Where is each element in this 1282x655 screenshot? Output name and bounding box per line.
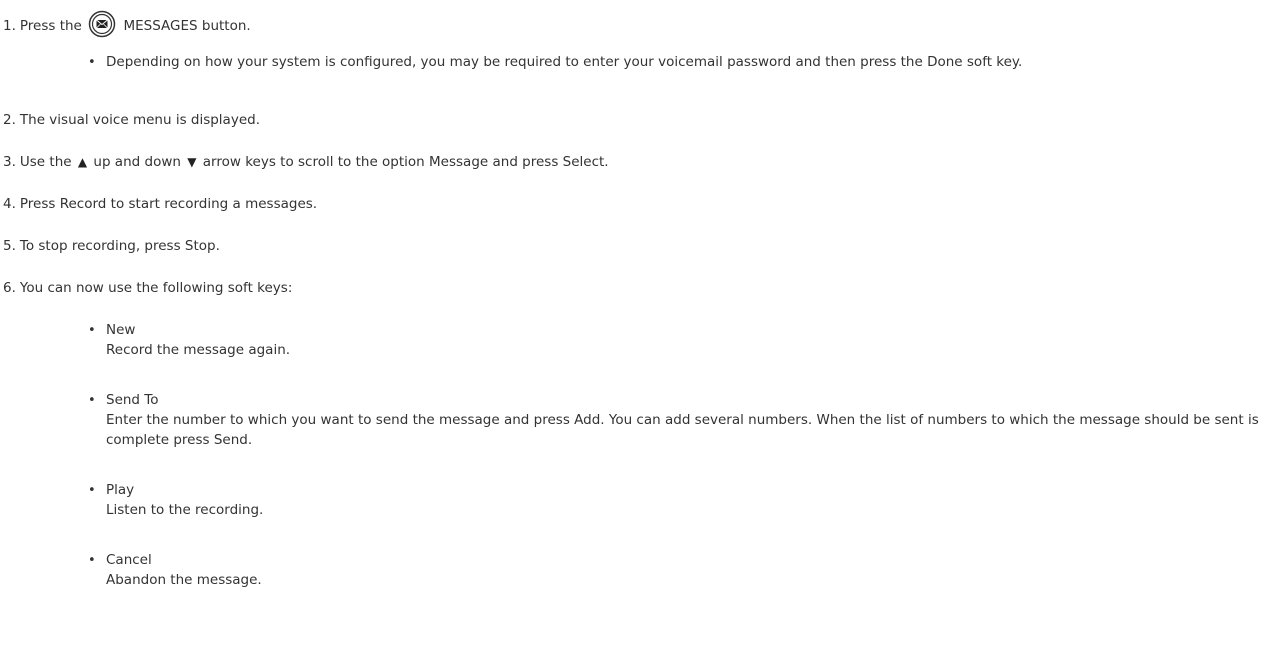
bullet: •	[88, 483, 96, 498]
softkey-new: • New Record the message again.	[88, 320, 1282, 360]
bullet: •	[88, 323, 96, 338]
softkey-send-to: • Send To Enter the number to which you …	[88, 390, 1282, 450]
softkey-cancel: • Cancel Abandon the message.	[88, 550, 1282, 590]
step-text: Press Record to start recording a messag…	[19, 196, 318, 212]
softkey-entry: Send To Enter the number to which you wa…	[106, 390, 1282, 450]
step-6: 6. You can now use the following soft ke…	[0, 280, 292, 296]
softkey-term: Play	[106, 482, 135, 498]
softkey-term: Cancel	[106, 552, 152, 568]
step-3: 3. Use the ▲ up and down ▼ arrow keys to…	[0, 154, 609, 170]
softkey-play: • Play Listen to the recording.	[88, 480, 1282, 520]
step-5: 5. To stop recording, press Stop.	[0, 238, 220, 254]
step-text-after: arrow keys to scroll to the option Messa…	[202, 154, 609, 170]
envelope-button-icon	[88, 10, 116, 38]
step-text: The visual voice menu is displayed.	[19, 112, 260, 128]
note-text: Depending on how your system is configur…	[106, 54, 1023, 70]
softkey-term: New	[106, 322, 136, 338]
step-text: Press the MESSAGES button.	[16, 10, 251, 38]
step-1: 1. Press the MESSAGES button.	[0, 10, 1282, 38]
up-arrow-icon: ▲	[77, 155, 88, 169]
bullet: •	[88, 55, 96, 70]
step-text: To stop recording, press Stop.	[19, 238, 220, 254]
step-number: 2.	[3, 112, 16, 128]
step-number: 1.	[3, 18, 16, 34]
step-text-before: Use the	[19, 154, 72, 170]
step-text: Use the ▲ up and down ▼ arrow keys to sc…	[16, 154, 609, 170]
softkey-entry: New Record the message again.	[106, 320, 1282, 360]
softkey-term: Send To	[106, 392, 159, 408]
step-number: 5.	[3, 238, 16, 254]
softkey-entry: Cancel Abandon the message.	[106, 550, 1282, 590]
softkey-description: Record the message again.	[106, 342, 291, 358]
step-text-after: MESSAGES button.	[123, 18, 251, 34]
step-text-mid: up and down	[93, 154, 181, 170]
step-1-note: • Depending on how your system is config…	[88, 52, 1282, 72]
down-arrow-icon: ▼	[187, 155, 197, 169]
softkey-entry: Play Listen to the recording.	[106, 480, 1282, 520]
step-2: 2. The visual voice menu is displayed.	[0, 112, 260, 128]
step-text-before: Press the	[19, 18, 82, 34]
step-4: 4. Press Record to start recording a mes…	[0, 196, 317, 212]
bullet: •	[88, 393, 96, 408]
softkey-description: Abandon the message.	[106, 572, 262, 588]
step-text: You can now use the following soft keys:	[19, 280, 293, 296]
step-number: 4.	[3, 196, 16, 212]
bullet: •	[88, 553, 96, 568]
step-number: 6.	[3, 280, 16, 296]
softkey-description: Listen to the recording.	[106, 502, 264, 518]
softkey-description: Enter the number to which you want to se…	[106, 412, 1259, 448]
step-number: 3.	[3, 154, 16, 170]
